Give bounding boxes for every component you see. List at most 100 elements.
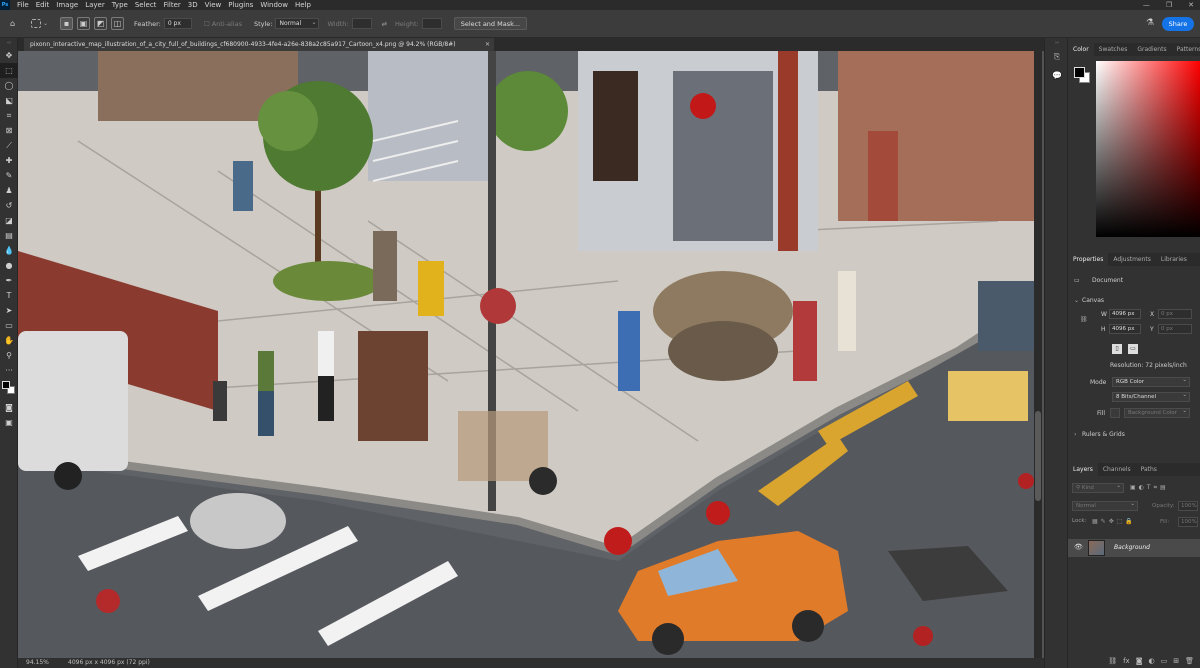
- tab-paths[interactable]: Paths: [1136, 463, 1162, 476]
- delete-layer-icon[interactable]: 🗑: [1185, 657, 1194, 665]
- menu-plugins[interactable]: Plugins: [228, 0, 253, 10]
- eyedropper-tool-icon[interactable]: ⟋: [0, 138, 18, 153]
- tab-patterns[interactable]: Patterns: [1172, 43, 1200, 56]
- restore-icon[interactable]: ❐: [1166, 0, 1172, 10]
- more-tools-icon[interactable]: ···: [0, 363, 18, 378]
- chevron-down-icon[interactable]: ⌄: [1074, 297, 1079, 304]
- path-select-icon[interactable]: ➤: [0, 303, 18, 318]
- menu-select[interactable]: Select: [135, 0, 157, 10]
- tab-layers[interactable]: Layers: [1068, 463, 1098, 476]
- lasso-tool-icon[interactable]: ◯: [0, 78, 18, 93]
- move-tool-icon[interactable]: ✥: [0, 48, 18, 63]
- foreground-color-swatch[interactable]: [2, 381, 10, 389]
- adjustment-layer-icon[interactable]: ◐: [1149, 657, 1155, 665]
- crop-tool-icon[interactable]: ⌗: [0, 108, 18, 123]
- canvas[interactable]: [18, 51, 1034, 658]
- document-tab[interactable]: pixonn_interactive_map_illustration_of_a…: [24, 38, 494, 51]
- blend-mode-select[interactable]: Normal: [1072, 500, 1138, 511]
- scrollbar-thumb[interactable]: [1035, 411, 1041, 501]
- canvas-height-input[interactable]: 4096 px: [1109, 324, 1141, 334]
- close-tab-icon[interactable]: ✕: [485, 38, 490, 51]
- toolbar-grip-icon[interactable]: ‹‹: [0, 38, 18, 48]
- type-tool-icon[interactable]: T: [0, 288, 18, 303]
- new-selection-icon[interactable]: ▪: [60, 17, 74, 30]
- color-swatches[interactable]: [0, 378, 18, 400]
- fill-select[interactable]: Background Color: [1124, 407, 1190, 418]
- intersect-selection-icon[interactable]: ◫: [111, 17, 125, 30]
- dodge-tool-icon[interactable]: ●: [0, 258, 18, 273]
- chevron-right-icon[interactable]: ›: [1074, 431, 1076, 438]
- eye-icon[interactable]: 👁: [1074, 543, 1083, 551]
- tab-libraries[interactable]: Libraries: [1156, 253, 1192, 266]
- menu-filter[interactable]: Filter: [163, 0, 180, 10]
- mode-select[interactable]: RGB Color: [1112, 376, 1190, 387]
- screen-mode-icon[interactable]: ▣: [0, 415, 18, 430]
- pen-tool-icon[interactable]: ✒: [0, 273, 18, 288]
- new-layer-icon[interactable]: ⊞: [1173, 657, 1179, 665]
- layer-style-icon[interactable]: fx: [1123, 657, 1130, 665]
- width-input[interactable]: [351, 18, 372, 29]
- menu-help[interactable]: Help: [295, 0, 311, 10]
- menu-file[interactable]: File: [17, 0, 29, 10]
- vertical-scrollbar[interactable]: [1034, 51, 1042, 658]
- marquee-tool-preset-icon[interactable]: [31, 19, 41, 28]
- menu-view[interactable]: View: [205, 0, 222, 10]
- chevron-down-icon[interactable]: ⌄: [43, 20, 48, 27]
- close-window-icon[interactable]: ✕: [1188, 0, 1194, 10]
- quick-mask-icon[interactable]: ◙: [0, 400, 18, 415]
- menu-image[interactable]: Image: [56, 0, 78, 10]
- marquee-tool-icon[interactable]: ⬚: [0, 63, 18, 78]
- hand-tool-icon[interactable]: ✋: [0, 333, 18, 348]
- healing-brush-icon[interactable]: ✚: [0, 153, 18, 168]
- height-input[interactable]: [421, 18, 442, 29]
- tab-gradients[interactable]: Gradients: [1132, 43, 1171, 56]
- portrait-orientation-icon[interactable]: ▯: [1112, 344, 1122, 354]
- menu-layer[interactable]: Layer: [85, 0, 105, 10]
- opacity-input[interactable]: 100%: [1178, 501, 1198, 511]
- landscape-orientation-icon[interactable]: ▭: [1128, 344, 1138, 354]
- document-info[interactable]: 4096 px x 4096 px (72 ppi): [68, 658, 150, 668]
- menu-edit[interactable]: Edit: [36, 0, 50, 10]
- zoom-tool-icon[interactable]: ⚲: [0, 348, 18, 363]
- select-and-mask-button[interactable]: Select and Mask...: [453, 17, 528, 30]
- bit-depth-select[interactable]: 8 Bits/Channel: [1112, 391, 1190, 402]
- rectangle-tool-icon[interactable]: ▭: [0, 318, 18, 333]
- link-layers-icon[interactable]: ⛓: [1108, 657, 1117, 665]
- history-brush-icon[interactable]: ↺: [0, 198, 18, 213]
- tab-adjustments[interactable]: Adjustments: [1108, 253, 1156, 266]
- color-picker-field[interactable]: [1096, 61, 1200, 237]
- link-dimensions-icon[interactable]: ⛓: [1080, 316, 1088, 323]
- share-button[interactable]: Share: [1162, 17, 1194, 31]
- menu-window[interactable]: Window: [260, 0, 288, 10]
- canvas-x-input[interactable]: 0 px: [1158, 309, 1192, 319]
- brush-tool-icon[interactable]: ✎: [0, 168, 18, 183]
- eraser-tool-icon[interactable]: ◪: [0, 213, 18, 228]
- canvas-width-input[interactable]: 4096 px: [1109, 309, 1141, 319]
- zoom-level[interactable]: 94.15%: [26, 658, 49, 668]
- layer-mask-icon[interactable]: ◙: [1136, 657, 1143, 665]
- gradient-tool-icon[interactable]: ▤: [0, 228, 18, 243]
- tab-channels[interactable]: Channels: [1098, 463, 1136, 476]
- comments-panel-icon[interactable]: 💬: [1045, 66, 1069, 84]
- blur-tool-icon[interactable]: 💧: [0, 243, 18, 258]
- menu-3d[interactable]: 3D: [188, 0, 198, 10]
- photoshop-logo-icon[interactable]: Ps: [0, 0, 10, 10]
- minimize-icon[interactable]: —: [1143, 0, 1150, 10]
- fill-color-swatch[interactable]: [1110, 408, 1120, 418]
- add-to-selection-icon[interactable]: ▣: [77, 17, 91, 30]
- flask-icon[interactable]: ⚗: [1146, 18, 1154, 28]
- swap-icon[interactable]: ⇄: [382, 20, 387, 28]
- layer-fill-input[interactable]: 100%: [1178, 517, 1198, 527]
- layer-filter-icons[interactable]: ▣◐T⌗▤: [1130, 484, 1169, 492]
- new-group-icon[interactable]: ▭: [1161, 657, 1168, 665]
- lock-icons[interactable]: ▦✎✥⬚🔒: [1092, 518, 1136, 525]
- tab-properties[interactable]: Properties: [1068, 253, 1109, 266]
- anti-alias-checkbox[interactable]: ☐ Anti-alias: [204, 20, 242, 28]
- tab-color[interactable]: Color: [1068, 43, 1094, 56]
- home-icon[interactable]: ⌂: [6, 17, 19, 30]
- feather-input[interactable]: 0 px: [163, 18, 192, 29]
- menu-type[interactable]: Type: [112, 0, 128, 10]
- frame-tool-icon[interactable]: ⊠: [0, 123, 18, 138]
- color-panel-foreground-swatch[interactable]: [1074, 67, 1085, 78]
- tab-swatches[interactable]: Swatches: [1094, 43, 1133, 56]
